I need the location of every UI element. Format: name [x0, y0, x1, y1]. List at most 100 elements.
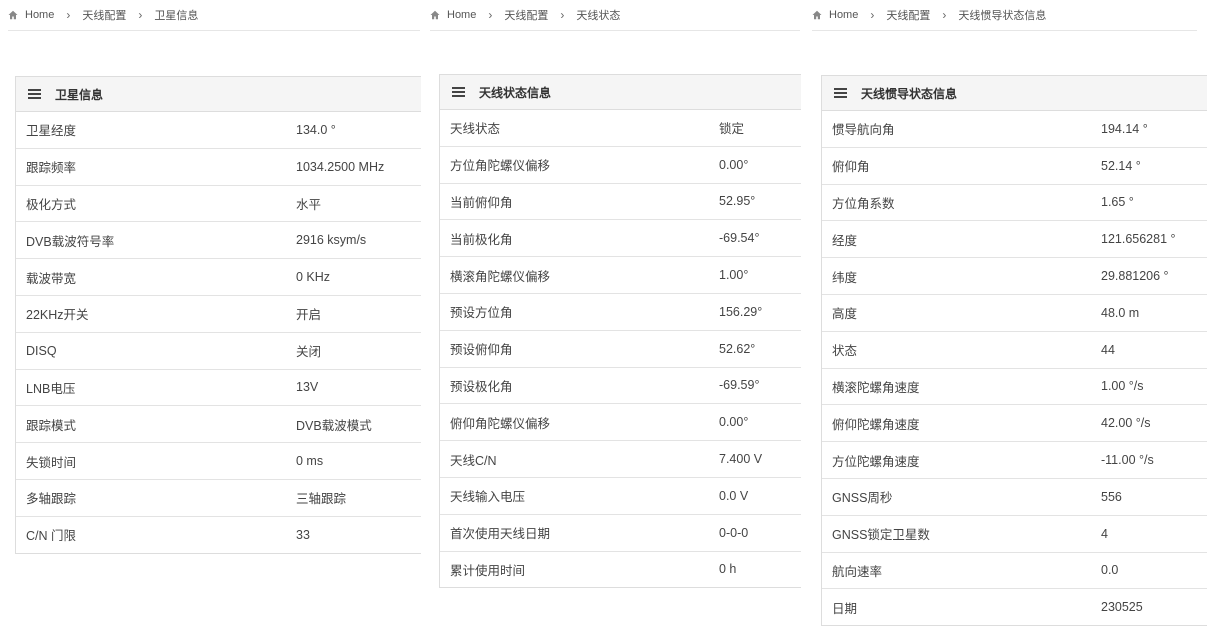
info-row: 极化方式 水平: [16, 186, 421, 223]
antenna-status-panel: 天线状态信息 天线状态 锁定 方位角陀螺仪偏移 0.00° 当前俯仰角 52.95° 当前极…: [439, 74, 801, 589]
home-icon: [8, 10, 18, 20]
info-value: 0.0 V: [719, 488, 749, 503]
info-value: 0 h: [719, 562, 737, 577]
panel-title: 天线状态信息: [479, 85, 552, 100]
chevron-right-icon: ›: [870, 8, 875, 22]
info-value: 33: [296, 527, 310, 542]
info-label: 方位陀螺角速度: [832, 454, 920, 469]
info-value: -69.59°: [719, 378, 760, 393]
info-label: 纬度: [832, 270, 858, 285]
info-value: 44: [1101, 342, 1115, 357]
breadcrumb-home-link[interactable]: Home: [447, 9, 476, 21]
menu-icon: [452, 87, 465, 97]
breadcrumb-home-link[interactable]: Home: [25, 9, 54, 21]
info-value: 水平: [296, 197, 322, 212]
panel-title: 天线惯导状态信息: [861, 86, 958, 101]
info-label: DVB载波符号率: [26, 234, 115, 249]
info-label: 惯导航向角: [832, 123, 895, 138]
breadcrumb-current: 天线状态: [576, 10, 621, 22]
info-label: GNSS周秒: [832, 491, 893, 506]
info-value: -69.54°: [719, 231, 760, 246]
info-value: 4: [1101, 526, 1108, 541]
info-label: 方位角系数: [832, 196, 895, 211]
breadcrumb-antenna-config-link[interactable]: 天线配置: [886, 7, 930, 23]
info-value: 0.00°: [719, 415, 749, 430]
info-value: 556: [1101, 489, 1122, 504]
info-value: 锁定: [719, 122, 745, 137]
breadcrumb-home-link[interactable]: Home: [829, 9, 858, 21]
info-label: 横滚陀螺角速度: [832, 380, 920, 395]
info-label: 22KHz开关: [26, 308, 89, 323]
home-icon: [812, 10, 822, 20]
info-label: 跟踪模式: [26, 418, 77, 433]
info-label: 俯仰角陀螺仪偏移: [450, 416, 551, 431]
info-value: 134.0 °: [296, 122, 336, 137]
info-list: 惯导航向角 194.14 ° 俯仰角 52.14 ° 方位角系数 1.65 ° 经度 121.…: [822, 111, 1207, 625]
column-ins-status: Home › 天线配置 › 天线惯导状态信息 天线惯导状态信息 惯导航向角 194…: [800, 0, 1207, 627]
info-label: C/N 门限: [26, 529, 77, 544]
info-list: 卫星经度 134.0 ° 跟踪频率 1034.2500 MHz 极化方式 水平 DVB载波符…: [16, 112, 421, 553]
info-row: 预设俯仰角 52.62°: [440, 331, 801, 368]
info-label: 经度: [832, 233, 858, 248]
info-label: 跟踪频率: [26, 161, 77, 176]
menu-icon: [834, 88, 847, 98]
info-label: 极化方式: [26, 197, 77, 212]
chevron-right-icon: ›: [66, 8, 71, 22]
info-row: 高度 48.0 m: [822, 295, 1207, 332]
home-icon: [430, 10, 440, 20]
info-row: 经度 121.656281 °: [822, 221, 1207, 259]
info-row: 俯仰陀螺角速度 42.00 °/s: [822, 405, 1207, 443]
info-value: 52.14 °: [1101, 158, 1141, 173]
column-antenna-status: Home › 天线配置 › 天线状态 天线状态信息 天线状态锁定方位角陀螺仪偏移…: [420, 0, 801, 627]
info-label: 高度: [832, 307, 858, 322]
info-row: 纬度 29.881206 °: [822, 258, 1207, 295]
info-label: 航向速率: [832, 564, 883, 579]
info-value: 三轴跟踪: [296, 492, 347, 507]
breadcrumb-current: 天线惯导状态信息: [958, 10, 1047, 22]
info-row: 预设方位角 156.29°: [440, 294, 801, 331]
info-label: 日期: [832, 601, 858, 616]
info-value: 42.00 °/s: [1101, 416, 1151, 431]
info-row: 方位角系数 1.65 °: [822, 185, 1207, 222]
info-value: 13V: [296, 380, 319, 395]
info-row: 方位角陀螺仪偏移 0.00°: [440, 147, 801, 184]
info-value: 48.0 m: [1101, 305, 1140, 320]
info-row: 俯仰角陀螺仪偏移 0.00°: [440, 404, 801, 442]
info-value: 1.00 °/s: [1101, 379, 1144, 394]
info-label: 当前俯仰角: [450, 195, 513, 210]
info-value: 0.00°: [719, 157, 749, 172]
info-label: 俯仰角: [832, 160, 870, 175]
info-row: 天线C/N 7.400 V: [440, 441, 801, 478]
info-value: 1.65 °: [1101, 195, 1134, 210]
info-value: 52.95°: [719, 194, 756, 209]
info-label: 预设极化角: [450, 379, 513, 394]
info-value: DVB载波模式: [296, 418, 372, 433]
info-row: GNSS锁定卫星数 4: [822, 516, 1207, 553]
breadcrumb: Home › 天线配置 › 天线状态: [430, 0, 800, 31]
info-row: 天线输入电压 0.0 V: [440, 478, 801, 515]
info-value: 0 ms: [296, 454, 324, 469]
panel-header: 卫星信息: [16, 77, 421, 112]
info-value: 2916 ksym/s: [296, 233, 367, 248]
info-label: 失锁时间: [26, 455, 77, 470]
info-label: 俯仰陀螺角速度: [832, 417, 920, 432]
info-value: 0 KHz: [296, 270, 331, 285]
info-value: 1.00°: [719, 268, 749, 283]
info-row: 日期 230525: [822, 589, 1207, 625]
chevron-right-icon: ›: [942, 8, 947, 22]
info-label: 状态: [832, 344, 858, 359]
panel-header: 天线状态信息: [440, 75, 801, 110]
info-label: 方位角陀螺仪偏移: [450, 159, 551, 174]
info-label: 天线C/N: [450, 453, 497, 468]
info-label: 累计使用时间: [450, 563, 526, 578]
info-label: 横滚角陀螺仪偏移: [450, 269, 551, 284]
breadcrumb-antenna-config-link[interactable]: 天线配置: [82, 7, 126, 23]
column-satellite-info: Home › 天线配置 › 卫星信息 卫星信息 卫星经度 134.0 ° 跟踪频率 1…: [0, 0, 421, 627]
breadcrumb-antenna-config-link[interactable]: 天线配置: [504, 7, 548, 23]
info-row: 累计使用时间 0 h: [440, 552, 801, 588]
info-label: 载波带宽: [26, 271, 77, 286]
info-label: 卫星经度: [26, 124, 77, 139]
info-label: 当前极化角: [450, 232, 513, 247]
info-value: 230525: [1101, 600, 1143, 615]
breadcrumb: Home › 天线配置 › 卫星信息: [8, 0, 420, 31]
